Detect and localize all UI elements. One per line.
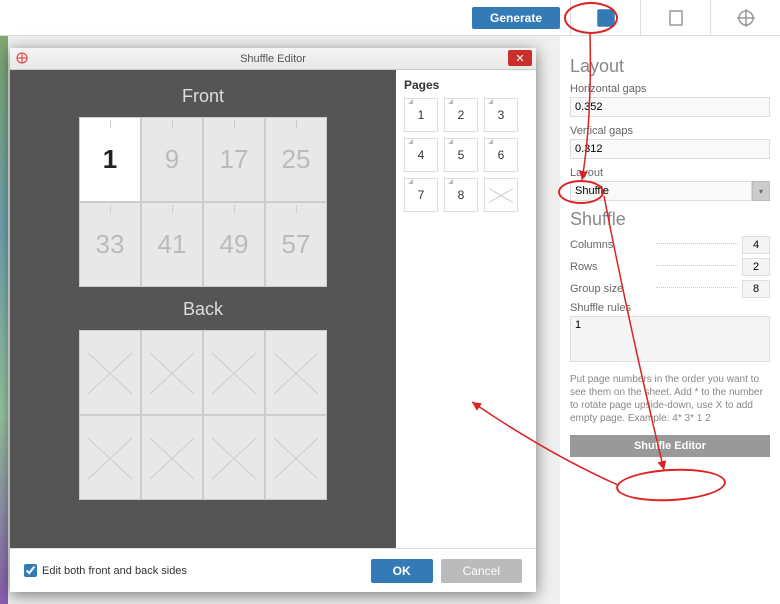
page-thumb[interactable]: 7 — [404, 178, 438, 212]
front-heading: Front — [28, 86, 378, 107]
rows-label: Rows — [570, 261, 652, 273]
page-thumb[interactable]: 4 — [404, 138, 438, 172]
front-cell[interactable]: 41 — [141, 202, 203, 287]
front-cell[interactable]: 57 — [265, 202, 327, 287]
rows-input[interactable] — [742, 258, 770, 276]
back-heading: Back — [28, 299, 378, 320]
page-thumb[interactable]: 8 — [444, 178, 478, 212]
properties-panel: Layout Horizontal gaps Vertical gaps Lay… — [560, 36, 780, 604]
marks-tool-icon[interactable] — [710, 0, 780, 36]
generate-button[interactable]: Generate — [472, 7, 560, 29]
back-cell[interactable] — [79, 415, 141, 500]
pages-pane: Pages 123 456 78 — [396, 70, 536, 548]
columns-label: Columns — [570, 239, 652, 251]
back-cell[interactable] — [203, 415, 265, 500]
preview-pane: Front 191725 33414957 Back — [10, 70, 396, 548]
page-tool-icon[interactable] — [640, 0, 710, 36]
top-toolbar: Generate — [0, 0, 780, 36]
back-cell[interactable] — [141, 330, 203, 415]
layout-tool-icon[interactable] — [570, 0, 640, 36]
shuffle-help-text: Put page numbers in the order you want t… — [570, 373, 770, 425]
dialog-app-icon — [16, 52, 28, 64]
back-cell[interactable] — [141, 415, 203, 500]
ok-button[interactable]: OK — [371, 559, 433, 583]
vertical-gaps-label: Vertical gaps — [570, 125, 633, 137]
horizontal-gaps-input[interactable] — [570, 97, 770, 117]
page-thumb[interactable]: 6 — [484, 138, 518, 172]
shuffle-section-title: Shuffle — [570, 209, 770, 230]
back-cell[interactable] — [265, 330, 327, 415]
back-cell[interactable] — [203, 330, 265, 415]
cancel-button[interactable]: Cancel — [441, 559, 522, 583]
shuffle-rules-input[interactable]: 1 — [570, 316, 770, 362]
front-cell[interactable]: 49 — [203, 202, 265, 287]
page-thumb-empty[interactable] — [484, 178, 518, 212]
front-cell[interactable]: 1 — [79, 117, 141, 202]
layout-dropdown-icon[interactable]: ▾ — [752, 181, 770, 201]
page-thumb[interactable]: 5 — [444, 138, 478, 172]
vertical-gaps-input[interactable] — [570, 139, 770, 159]
page-thumb[interactable]: 3 — [484, 98, 518, 132]
columns-input[interactable] — [742, 236, 770, 254]
front-cell[interactable]: 17 — [203, 117, 265, 202]
horizontal-gaps-label: Horizontal gaps — [570, 83, 646, 95]
canvas-left-strip — [0, 36, 8, 604]
front-sheet[interactable]: 191725 33414957 — [79, 117, 327, 287]
back-cell[interactable] — [79, 330, 141, 415]
back-cell[interactable] — [265, 415, 327, 500]
back-sheet[interactable] — [79, 330, 327, 500]
front-cell[interactable]: 25 — [265, 117, 327, 202]
shuffle-rules-label: Shuffle rules — [570, 302, 631, 314]
edit-both-sides-label: Edit both front and back sides — [42, 565, 187, 577]
dialog-footer: Edit both front and back sides OK Cancel — [10, 548, 536, 592]
layout-label: Layout — [570, 167, 603, 179]
edit-both-sides-checkbox[interactable] — [24, 564, 37, 577]
pages-title: Pages — [404, 78, 528, 92]
dialog-title-text: Shuffle Editor — [240, 53, 306, 65]
layout-select[interactable] — [570, 181, 752, 201]
shuffle-editor-button[interactable]: Shuffle Editor — [570, 435, 770, 457]
shuffle-editor-dialog: Shuffle Editor ✕ Front 19172533414957 Ba… — [10, 48, 536, 592]
front-cell[interactable]: 33 — [79, 202, 141, 287]
close-icon[interactable]: ✕ — [508, 50, 532, 66]
group-size-input[interactable] — [742, 280, 770, 298]
group-size-label: Group size — [570, 283, 652, 295]
front-cell[interactable]: 9 — [141, 117, 203, 202]
page-thumb[interactable]: 1 — [404, 98, 438, 132]
page-thumb[interactable]: 2 — [444, 98, 478, 132]
layout-section-title: Layout — [570, 56, 770, 77]
dialog-titlebar[interactable]: Shuffle Editor ✕ — [10, 48, 536, 70]
